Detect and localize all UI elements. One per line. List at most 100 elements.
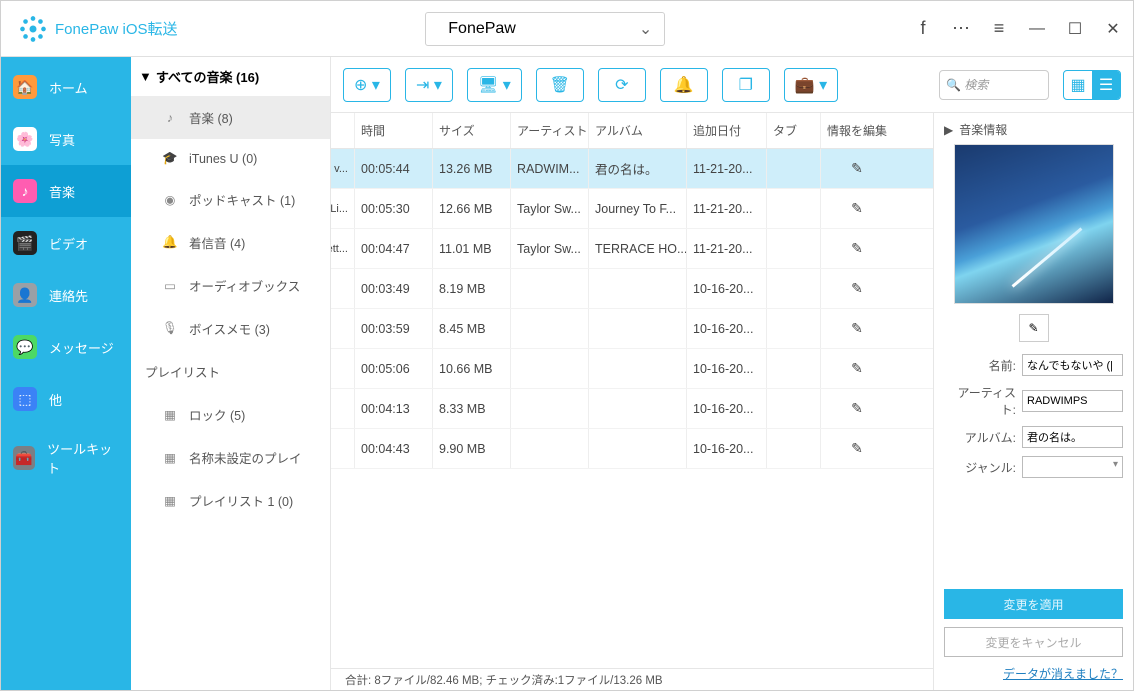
music-note-icon: ♪ — [161, 111, 179, 125]
cell-date: 10-16-20... — [687, 269, 767, 308]
sidebar-item-music[interactable]: ♪音楽 — [1, 165, 131, 217]
export-to-pc-button[interactable]: 🖥 ▾ — [467, 68, 522, 102]
cell-date: 10-16-20... — [687, 309, 767, 348]
cell-time: 00:03:59 — [355, 309, 433, 348]
genre-label: ジャンル: — [944, 459, 1016, 476]
table-row[interactable]: 00:03:598.45 MB10-16-20...✎ — [331, 309, 933, 349]
genre-select[interactable] — [1022, 456, 1123, 478]
edit-row-button[interactable]: ✎ — [821, 349, 893, 388]
refresh-button[interactable]: ⟳ — [598, 68, 646, 102]
cell-date: 10-16-20... — [687, 389, 767, 428]
delete-button[interactable]: 🗑 — [536, 68, 584, 102]
col-artist[interactable]: アーティスト — [511, 113, 589, 148]
playlist-item[interactable]: ▦ロック (5) — [131, 393, 330, 436]
tree-node-ringtone[interactable]: 🔔着信音 (4) — [131, 221, 330, 264]
search-input[interactable]: 🔍 検索 — [939, 70, 1049, 100]
cell-time: 00:04:47 — [355, 229, 433, 268]
title-actions: f ⋯ ≡ — ☐ ✕ — [913, 19, 1123, 39]
toolbar: ⊕ ▾ ⇥ ▾ 🖥 ▾ 🗑 ⟳ 🔔 ❐ 💼 ▾ 🔍 検索 ▦ ☰ — [331, 57, 1133, 113]
edit-row-button[interactable]: ✎ — [821, 269, 893, 308]
cell-time: 00:04:13 — [355, 389, 433, 428]
album-cover[interactable] — [954, 144, 1114, 304]
add-button[interactable]: ⊕ ▾ — [343, 68, 391, 102]
playlist-item[interactable]: ▦プレイリスト 1 (0) — [131, 479, 330, 522]
sidebar-item-other[interactable]: ⬚他 — [1, 373, 131, 425]
edit-row-button[interactable]: ✎ — [821, 389, 893, 428]
minimize-button[interactable]: — — [1027, 19, 1047, 39]
artist-field[interactable]: RADWIMPS — [1022, 390, 1123, 412]
sidebar-item-messages[interactable]: 💬メッセージ — [1, 321, 131, 373]
sidebar-item-label: 写真 — [49, 130, 75, 149]
edit-row-button[interactable]: ✎ — [821, 309, 893, 348]
album-field[interactable]: 君の名は。 — [1022, 426, 1123, 448]
toolbox-button[interactable]: 💼 ▾ — [784, 68, 838, 102]
tree-node-audiobook[interactable]: ▭オーディオブックス — [131, 264, 330, 307]
edit-row-button[interactable]: ✎ — [821, 229, 893, 268]
playlist-icon: ▦ — [161, 493, 179, 508]
table-row[interactable]: ie v...00:05:4413.26 MBRADWIM...君の名は。11-… — [331, 149, 933, 189]
menu-icon[interactable]: ≡ — [989, 19, 1009, 39]
ringtone-button[interactable]: 🔔 — [660, 68, 708, 102]
export-to-device-button[interactable]: ⇥ ▾ — [405, 68, 453, 102]
cell-size: 8.33 MB — [433, 389, 511, 428]
cell-tag — [767, 189, 821, 228]
close-button[interactable]: ✕ — [1103, 19, 1123, 39]
apply-button[interactable]: 変更を適用 — [944, 589, 1123, 619]
sidebar-item-video[interactable]: 🎬ビデオ — [1, 217, 131, 269]
name-field[interactable]: なんでもないや (| — [1022, 354, 1123, 376]
tree-node-music[interactable]: ♪音楽 (8) — [131, 96, 330, 139]
playlist-icon: ▦ — [161, 407, 179, 422]
tree-node-voicememo[interactable]: 🎙ボイスメモ (3) — [131, 307, 330, 350]
cell-artist — [511, 309, 589, 348]
table-row[interactable]: 00:04:439.90 MB10-16-20...✎ — [331, 429, 933, 469]
dedupe-button[interactable]: ❐ — [722, 68, 770, 102]
row-name-fragment: ie v... — [331, 149, 355, 188]
playlist-item[interactable]: ▦名称未設定のプレイ — [131, 436, 330, 479]
cell-time: 00:03:49 — [355, 269, 433, 308]
view-toggle[interactable]: ▦ ☰ — [1063, 70, 1121, 100]
cell-size: 12.66 MB — [433, 189, 511, 228]
sidebar-item-contacts[interactable]: 👤連絡先 — [1, 269, 131, 321]
tree-header[interactable]: ▼すべての音楽 (16) — [131, 57, 330, 96]
device-selector[interactable]: FonePaw ⌄ — [425, 12, 665, 46]
grid-view-icon[interactable]: ▦ — [1064, 71, 1092, 99]
table-row[interactable]: Sett...00:04:4711.01 MBTaylor Sw...TERRA… — [331, 229, 933, 269]
feedback-icon[interactable]: ⋯ — [951, 19, 971, 39]
edit-row-button[interactable]: ✎ — [821, 149, 893, 188]
edit-row-button[interactable]: ✎ — [821, 429, 893, 468]
maximize-button[interactable]: ☐ — [1065, 19, 1085, 39]
edit-cover-button[interactable]: ✎ — [1019, 314, 1049, 342]
list-view-icon[interactable]: ☰ — [1092, 71, 1120, 99]
cancel-button[interactable]: 変更をキャンセル — [944, 627, 1123, 657]
col-tag[interactable]: タブ — [767, 113, 821, 148]
sidebar-item-home[interactable]: 🏠ホーム — [1, 61, 131, 113]
table-header: 時間 サイズ アーティスト アルバム 追加日付 タブ 情報を編集 — [331, 113, 933, 149]
cell-artist: Taylor Sw... — [511, 229, 589, 268]
album-label: アルバム: — [944, 429, 1016, 446]
tree-node-podcast[interactable]: ◉ポッドキャスト (1) — [131, 178, 330, 221]
facebook-icon[interactable]: f — [913, 19, 933, 39]
data-lost-link[interactable]: データが消えました？ — [1003, 667, 1123, 681]
cell-album — [589, 389, 687, 428]
sidebar-item-toolkit[interactable]: 🧰ツールキット — [1, 425, 131, 491]
table-row[interactable]: 00:04:138.33 MB 10-16-20... ✎ — [331, 389, 933, 429]
table-row[interactable]: 00:05:0610.66 MB10-16-20...✎ — [331, 349, 933, 389]
table-row[interactable]: (Li...00:05:3012.66 MBTaylor Sw...Journe… — [331, 189, 933, 229]
sidebar-item-photos[interactable]: 🌸写真 — [1, 113, 131, 165]
col-album[interactable]: アルバム — [589, 113, 687, 148]
col-edit[interactable]: 情報を編集 — [821, 113, 893, 148]
bell-icon: 🔔 — [161, 235, 179, 250]
cell-date: 11-21-20... — [687, 229, 767, 268]
cell-artist — [511, 429, 589, 468]
col-time[interactable]: 時間 — [355, 113, 433, 148]
cell-time: 00:05:30 — [355, 189, 433, 228]
table-row[interactable]: 00:03:498.19 MB10-16-20...✎ — [331, 269, 933, 309]
col-checkbox[interactable] — [331, 113, 355, 148]
col-size[interactable]: サイズ — [433, 113, 511, 148]
tree-node-itunesu[interactable]: 🎓iTunes U (0) — [131, 139, 330, 178]
cell-size: 9.90 MB — [433, 429, 511, 468]
edit-row-button[interactable]: ✎ — [821, 189, 893, 228]
col-date[interactable]: 追加日付 — [687, 113, 767, 148]
sidebar-item-label: ホーム — [49, 78, 88, 97]
titlebar: FonePaw iOS転送 FonePaw ⌄ f ⋯ ≡ — ☐ ✕ — [1, 1, 1133, 57]
